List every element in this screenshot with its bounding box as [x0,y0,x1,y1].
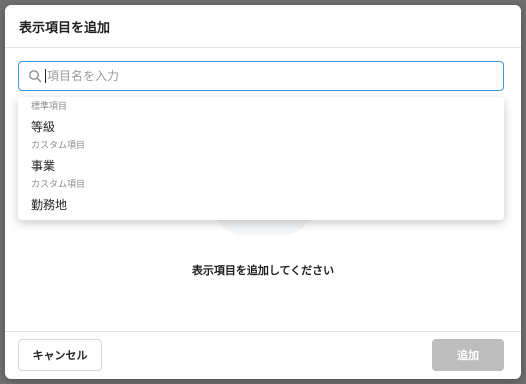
option-work-location[interactable]: 勤務地 [18,192,504,218]
text-caret [45,69,46,83]
cancel-button[interactable]: キャンセル [18,339,102,371]
item-dropdown: 標準項目 等級 カスタム項目 事業 カスタム項目 勤務地 [18,97,504,220]
modal-title: 表示項目を追加 [19,20,111,36]
search-input[interactable] [47,63,503,89]
option-grade[interactable]: 等級 [18,114,504,140]
empty-state-message: 表示項目を追加してください [191,264,335,277]
group-label-standard: 標準項目 [31,102,68,112]
modal-header: 表示項目を追加 [5,5,521,48]
add-display-item-modal: 表示項目を追加 表示項目を追加してください 標準項目 等級 カスタム項目 事業 … [5,5,521,379]
add-button[interactable]: 追加 [432,339,504,371]
group-label-custom: カスタム項目 [31,141,86,151]
search-field[interactable] [18,61,504,91]
option-business[interactable]: 事業 [18,153,504,179]
modal-footer: キャンセル 追加 [5,331,521,379]
search-icon [29,70,42,83]
group-label-custom: カスタム項目 [31,180,86,190]
